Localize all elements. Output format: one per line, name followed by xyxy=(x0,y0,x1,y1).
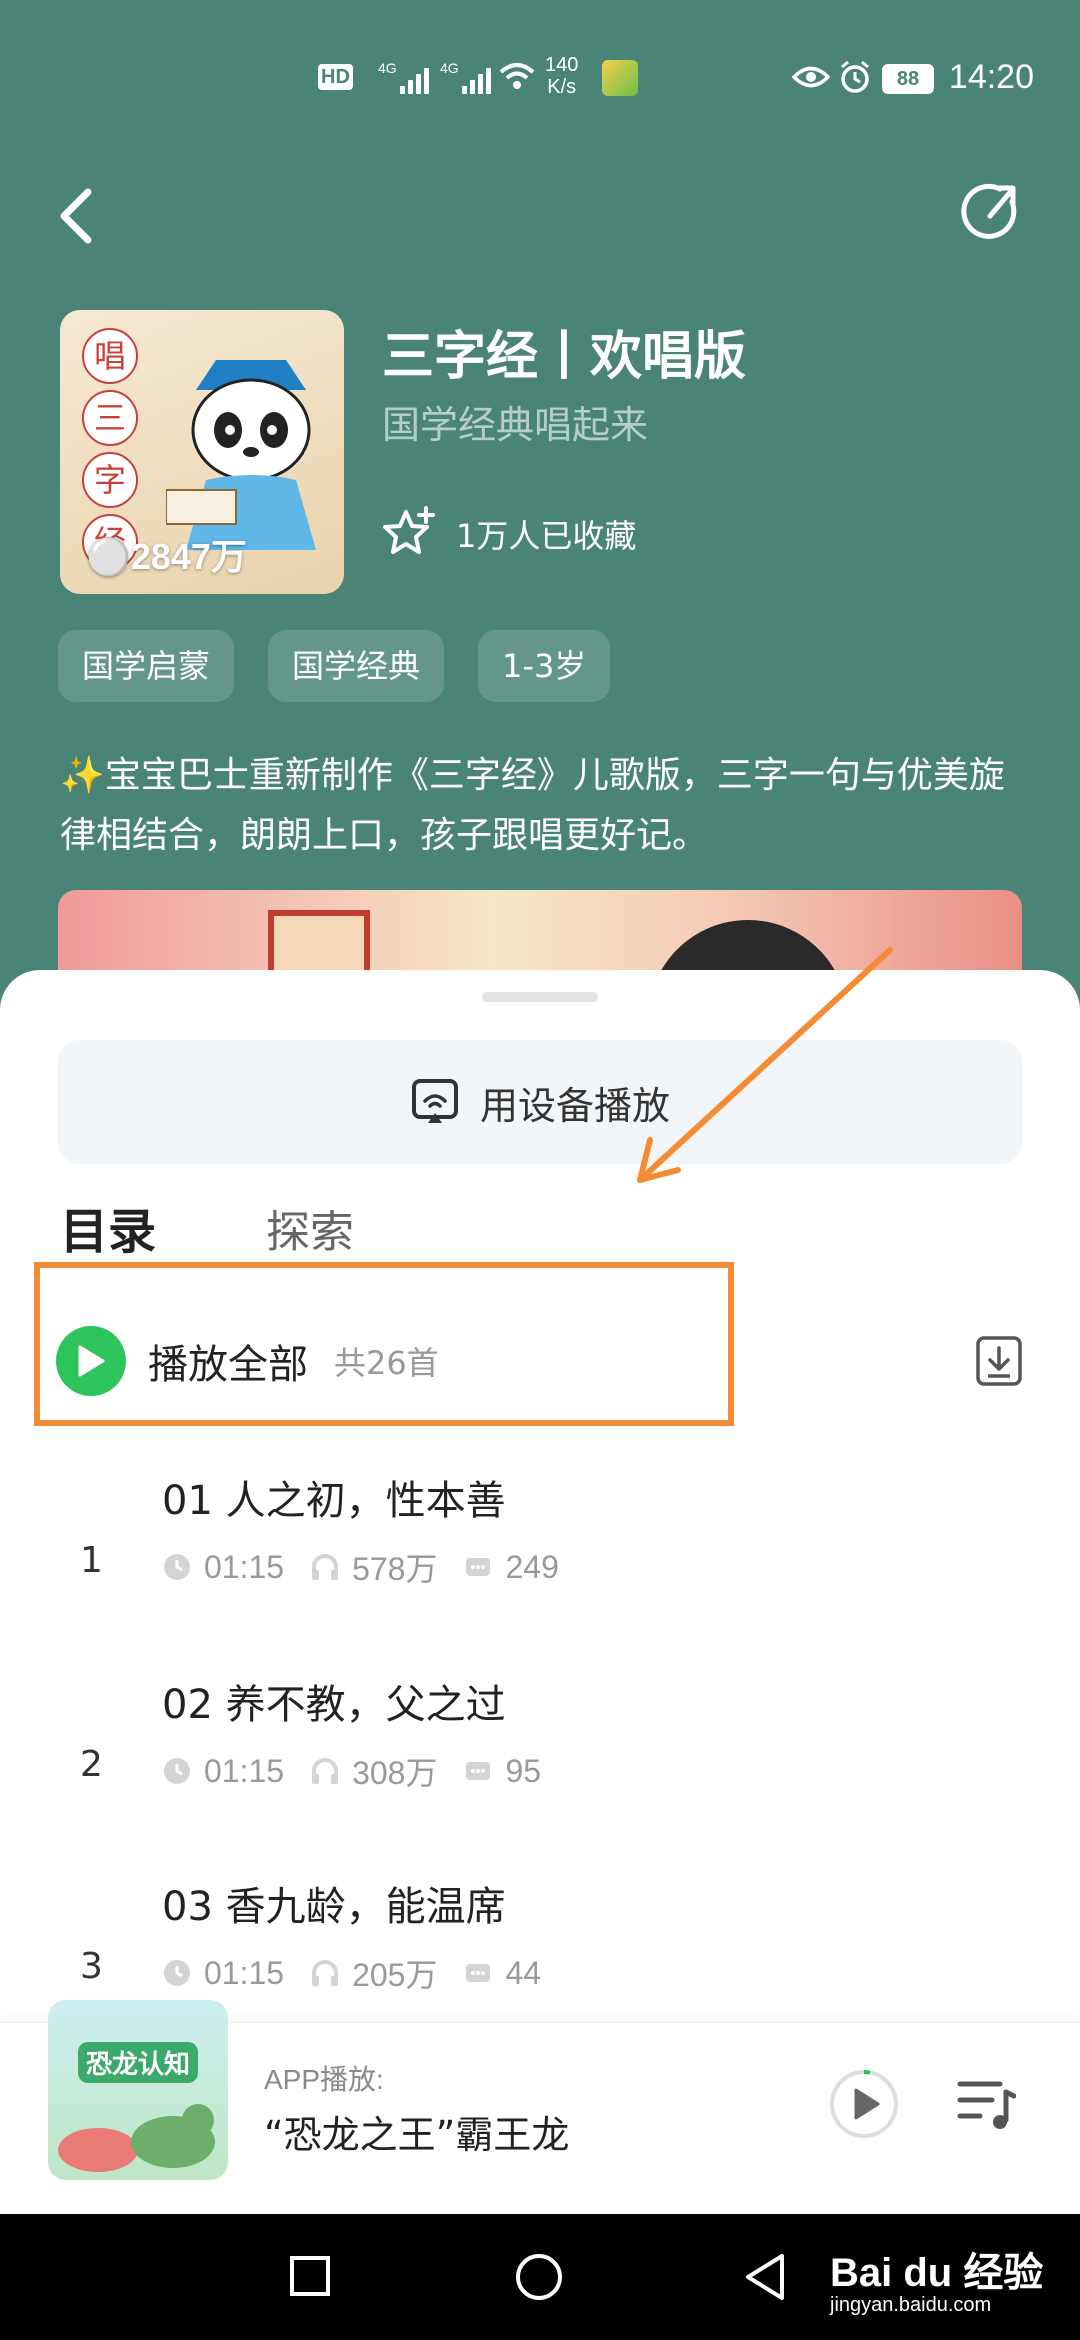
favorite-button[interactable]: 1万人已收藏 xyxy=(382,506,636,562)
track-meta: 01:15 308万 95 xyxy=(162,1748,567,1794)
recent-apps-icon[interactable] xyxy=(288,2254,332,2298)
cover-play-count: ⚪2847万 xyxy=(86,536,247,577)
home-icon[interactable] xyxy=(514,2252,564,2302)
cover-char: 唱 xyxy=(82,328,138,384)
alarm-icon xyxy=(841,60,869,93)
track-title: 01 人之初，性本善 xyxy=(162,1478,506,1524)
album-subtitle: 国学经典唱起来 xyxy=(382,403,649,447)
baidu-watermark: Bai du 经验 jingyan.baidu.com xyxy=(830,2251,1044,2316)
mini-cover-logo: 恐龙认知 xyxy=(78,2042,199,2083)
headphone-icon xyxy=(312,1758,339,1784)
eye-icon xyxy=(792,66,830,88)
download-icon[interactable] xyxy=(976,1336,1022,1386)
wifi-icon xyxy=(499,63,535,89)
tag[interactable]: 国学启蒙 xyxy=(58,630,235,702)
network-speed: 140 K/s xyxy=(545,54,579,98)
mini-player-cover: 恐龙认知 xyxy=(48,2000,228,2180)
track-title: 03 香九龄，能温席 xyxy=(162,1884,506,1930)
clock: 14:20 xyxy=(948,58,1034,96)
tag-list: 国学启蒙 国学经典 1-3岁 xyxy=(58,630,611,702)
tab-explore[interactable]: 探索 xyxy=(266,1196,354,1260)
tab-catalog[interactable]: 目录 xyxy=(60,1192,156,1262)
dinosaur-illustration xyxy=(58,2104,215,2172)
signal-icon-1 xyxy=(400,66,429,94)
cast-device-icon xyxy=(411,1079,458,1123)
clock-icon xyxy=(164,1554,190,1580)
cover-char: 字 xyxy=(82,452,138,508)
track-index: 2 xyxy=(80,1744,103,1785)
star-add-icon xyxy=(383,506,435,554)
mini-play-button-icon[interactable] xyxy=(828,2068,900,2140)
sheet-drag-handle[interactable] xyxy=(482,992,598,1002)
annotation-highlight-box xyxy=(34,1262,734,1426)
track-plays: 308万 xyxy=(352,1755,438,1791)
track-comments: 44 xyxy=(505,1954,542,1991)
network-type-1: 4G xyxy=(378,60,397,76)
album-description: ✨宝宝巴士重新制作《三字经》儿歌版，三字一句与优美旋律相结合，朗朗上口，孩子跟唱… xyxy=(60,755,1005,856)
album-title: 三字经丨欢唱版 xyxy=(382,327,747,387)
annotation-arrow xyxy=(637,947,893,1183)
clock-icon xyxy=(164,1960,190,1986)
track-index: 3 xyxy=(80,1946,103,1987)
status-bar: HD 4G 4G 140 K/s 88 14:20 xyxy=(0,0,1080,150)
track-title: 02 养不教，父之过 xyxy=(162,1682,506,1728)
back-arrow-icon[interactable] xyxy=(56,186,96,246)
comment-icon xyxy=(466,1964,491,1982)
mini-player-source: APP播放: xyxy=(264,2064,384,2095)
comment-icon xyxy=(466,1762,491,1780)
share-icon[interactable] xyxy=(960,180,1022,242)
album-cover: 唱 三 字 经 ⚪2847万 xyxy=(60,310,344,594)
clock-icon xyxy=(164,1758,190,1784)
track-comments: 95 xyxy=(505,1752,542,1789)
panda-illustration xyxy=(166,360,316,550)
favorite-count: 1万人已收藏 xyxy=(456,517,637,555)
headphone-icon xyxy=(312,1960,339,1986)
app-notification-icon xyxy=(602,60,638,96)
track-index: 1 xyxy=(80,1540,103,1581)
track-plays: 578万 xyxy=(352,1551,438,1587)
track-row[interactable]: 1 01 人之初，性本善 01:15 578万 249 xyxy=(0,1468,1080,1668)
hd-indicator: HD xyxy=(318,64,353,90)
back-nav-icon[interactable] xyxy=(742,2252,788,2302)
track-meta: 01:15 578万 249 xyxy=(162,1544,585,1590)
track-duration: 01:15 xyxy=(204,1548,285,1585)
network-type-2: 4G xyxy=(440,60,459,76)
headphone-icon xyxy=(312,1554,339,1580)
track-duration: 01:15 xyxy=(204,1752,285,1789)
signal-icon-2 xyxy=(462,66,491,94)
comment-icon xyxy=(466,1558,491,1576)
tag[interactable]: 1-3岁 xyxy=(478,630,611,702)
tag[interactable]: 国学经典 xyxy=(268,630,445,702)
track-comments: 249 xyxy=(505,1548,559,1585)
battery-indicator: 88 xyxy=(882,64,934,94)
headphone-icon: ⚪ xyxy=(86,536,131,577)
track-duration: 01:15 xyxy=(204,1954,285,1991)
track-plays: 205万 xyxy=(352,1957,438,1993)
playlist-icon[interactable] xyxy=(956,2078,1016,2132)
track-meta: 01:15 205万 44 xyxy=(162,1950,567,1996)
track-row[interactable]: 2 02 养不教，父之过 01:15 308万 95 xyxy=(0,1672,1080,1872)
cover-char: 三 xyxy=(82,390,138,446)
mini-player-title: “恐龙之王”霸王龙 xyxy=(264,2113,570,2157)
